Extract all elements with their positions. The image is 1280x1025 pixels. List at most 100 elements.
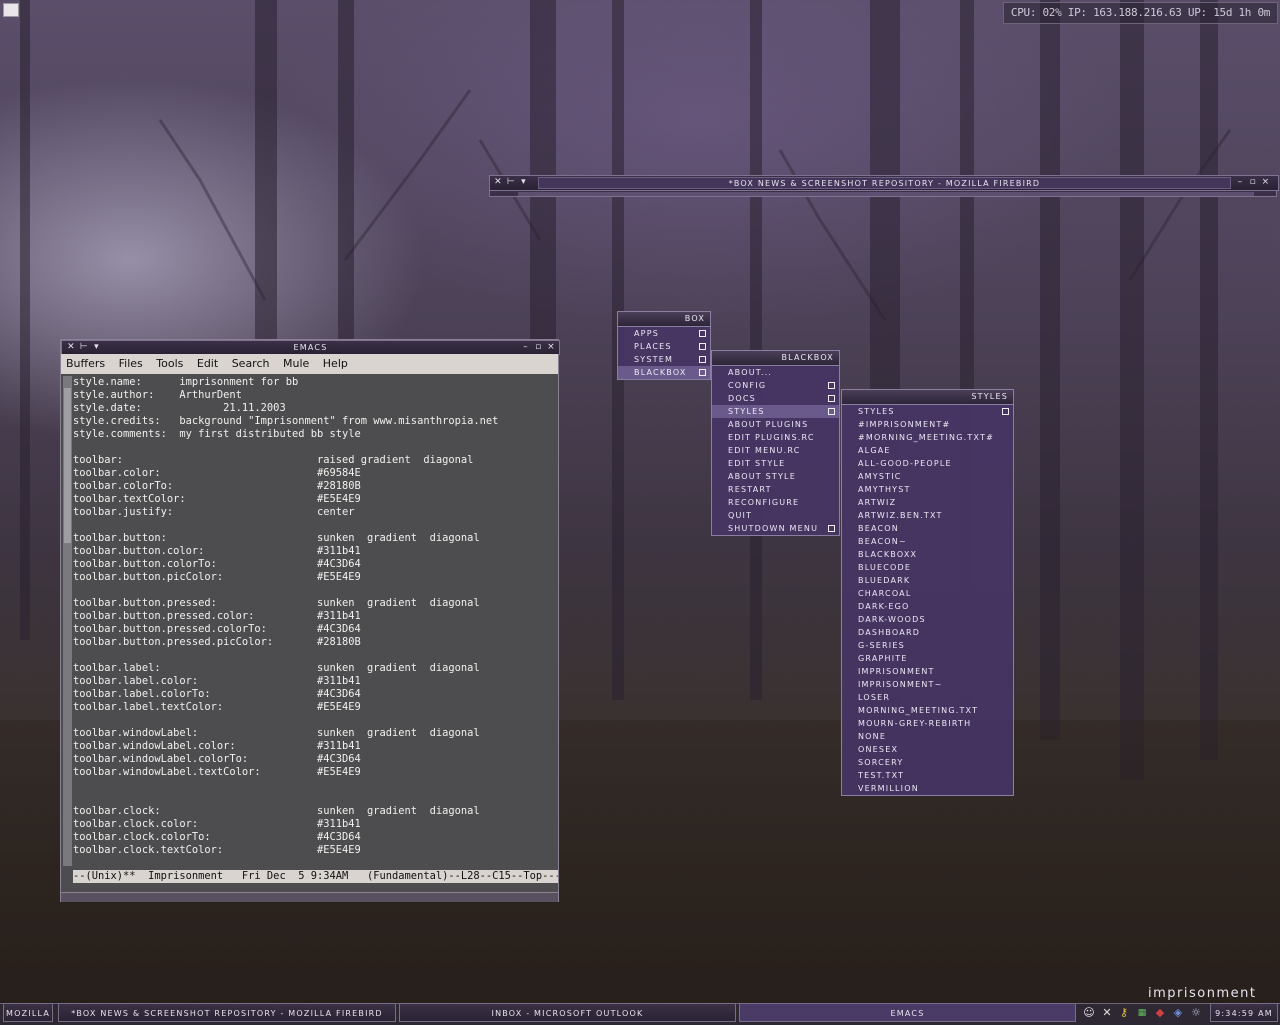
keys-icon[interactable]: ⚷ <box>1117 1006 1131 1020</box>
iconify-icon[interactable]: ✕ <box>494 178 503 187</box>
menu-help[interactable]: Help <box>323 357 348 370</box>
firebird-window[interactable]: ✕ ⊢ ▾ *box news & screenshot repository … <box>489 175 1279 198</box>
blackbox-menu-item[interactable]: about plugins <box>712 418 839 431</box>
menu-edit[interactable]: Edit <box>197 357 218 370</box>
styles-menu-item[interactable]: bluedark <box>842 574 1013 587</box>
emacs-window[interactable]: ✕ ⊢ ▾ emacs – ▫ × Buffers Files Tools Ed… <box>60 339 560 902</box>
emacs-buffer[interactable]: style.name: imprisonment for bb style.aut… <box>73 376 557 868</box>
network-icon[interactable]: ☼ <box>1189 1006 1203 1020</box>
menu-item-label: beacon~ <box>858 537 907 546</box>
firebird-window-buttons[interactable]: – ▫ × <box>1236 177 1276 189</box>
menu-item-label: dark-ego <box>858 602 910 611</box>
blackbox-menu-item[interactable]: quit <box>712 509 839 522</box>
task-firebird[interactable]: *box news & screenshot repository - mozi… <box>58 1003 396 1022</box>
menu-item-label: charcoal <box>858 589 912 598</box>
styles-menu-item[interactable]: dashboard <box>842 626 1013 639</box>
x-icon[interactable]: ✕ <box>1100 1006 1114 1020</box>
menu-buffers[interactable]: Buffers <box>66 357 105 370</box>
menu-item-label: amystic <box>858 472 902 481</box>
corner-widget[interactable] <box>3 3 19 17</box>
styles-menu-item[interactable]: loser <box>842 691 1013 704</box>
styles-menu-item[interactable]: charcoal <box>842 587 1013 600</box>
blackbox-menu-item[interactable]: shutdown menu <box>712 522 839 535</box>
styles-menu-item[interactable]: blackboxx <box>842 548 1013 561</box>
buffer-line: toolbar.button.pressed.color: #311b41 <box>73 610 361 622</box>
menu-item-label: edit style <box>728 459 786 468</box>
blackbox-menu-item[interactable]: styles <box>712 405 839 418</box>
maximize-icon[interactable]: ▫ <box>1249 178 1258 187</box>
box-menu-item-system[interactable]: system <box>618 353 710 366</box>
buffer-line <box>73 779 557 792</box>
styles-menu-item[interactable]: none <box>842 730 1013 743</box>
maximize-icon[interactable]: ▫ <box>534 343 543 352</box>
blackbox-menu-item[interactable]: docs <box>712 392 839 405</box>
menu-search[interactable]: Search <box>232 357 270 370</box>
shade-icon[interactable]: ⊢ <box>507 178 516 187</box>
emacs-scrollbar[interactable] <box>63 376 72 866</box>
task-outlook[interactable]: inbox - microsoft outlook <box>399 1003 736 1022</box>
scrollbar-thumb[interactable] <box>64 388 71 543</box>
buffer-line: toolbar.button.pressed: sunken gradient … <box>73 597 480 609</box>
blackbox-menu-item[interactable]: edit plugins.rc <box>712 431 839 444</box>
close-icon[interactable]: × <box>1262 178 1271 187</box>
styles-menu-item[interactable]: styles <box>842 405 1013 418</box>
blackbox-menu-item[interactable]: edit style <box>712 457 839 470</box>
menu-tools[interactable]: Tools <box>156 357 183 370</box>
shield-icon[interactable]: ◆ <box>1153 1006 1167 1020</box>
menu-arrow-icon[interactable]: ▾ <box>520 178 529 187</box>
styles-menu-item[interactable]: graphite <box>842 652 1013 665</box>
styles-menu-item[interactable]: dark-ego <box>842 600 1013 613</box>
styles-menu-item[interactable]: amystic <box>842 470 1013 483</box>
menu-files[interactable]: Files <box>119 357 143 370</box>
styles-menu-item[interactable]: #imprisonment# <box>842 418 1013 431</box>
styles-menu-item[interactable]: onesex <box>842 743 1013 756</box>
task-mozilla[interactable]: mozilla <box>3 1003 53 1022</box>
styles-menu-item[interactable]: imprisonment~ <box>842 678 1013 691</box>
blackbox-menu-item[interactable]: restart <box>712 483 839 496</box>
close-icon[interactable]: × <box>547 343 556 352</box>
styles-menu-item[interactable]: g-series <box>842 639 1013 652</box>
blackbox-menu-item[interactable]: config <box>712 379 839 392</box>
styles-menu-item[interactable]: vermillion <box>842 782 1013 795</box>
blackbox-menu-item[interactable]: edit menu.rc <box>712 444 839 457</box>
styles-menu-item[interactable]: sorcery <box>842 756 1013 769</box>
styles-menu-item[interactable]: artwiz.ben.txt <box>842 509 1013 522</box>
styles-menu-item[interactable]: #morning_meeting.txt# <box>842 431 1013 444</box>
box-menu-item-places[interactable]: places <box>618 340 710 353</box>
styles-menu-item[interactable]: morning_meeting.txt <box>842 704 1013 717</box>
styles-menu-item[interactable]: all-good-people <box>842 457 1013 470</box>
emacs-titlebar[interactable]: ✕ ⊢ ▾ emacs – ▫ × <box>61 340 560 355</box>
blackbox-menu-item[interactable]: about... <box>712 366 839 379</box>
styles-menu-item[interactable]: dark-woods <box>842 613 1013 626</box>
blackbox-menu-item[interactable]: about style <box>712 470 839 483</box>
minimize-icon[interactable]: – <box>1236 178 1245 187</box>
menu-mule[interactable]: Mule <box>283 357 309 370</box>
styles-menu-item[interactable]: mourn-grey-rebirth <box>842 717 1013 730</box>
menu-item-label: #imprisonment# <box>858 420 951 429</box>
box-menu-item-blackbox[interactable]: blackbox <box>618 366 710 379</box>
blackbox-menu-item[interactable]: reconfigure <box>712 496 839 509</box>
calendar-icon[interactable]: ▦ <box>1135 1006 1149 1020</box>
firebird-handle[interactable] <box>489 190 1277 197</box>
security-icon[interactable]: ◈ <box>1171 1006 1185 1020</box>
styles-menu-item[interactable]: bluecode <box>842 561 1013 574</box>
styles-menu-item[interactable]: beacon~ <box>842 535 1013 548</box>
submenu-icon <box>699 356 706 363</box>
style-brand-text: imprisonment <box>1148 986 1257 1001</box>
task-emacs[interactable]: emacs <box>739 1003 1076 1022</box>
menu-item-label: reconfigure <box>728 498 800 507</box>
menu-item-label: styles <box>728 407 765 416</box>
styles-menu-item[interactable]: artwiz <box>842 496 1013 509</box>
emacs-window-buttons[interactable]: – ▫ × <box>522 342 557 352</box>
emacs-handle[interactable] <box>61 892 558 902</box>
styles-menu-item[interactable]: imprisonment <box>842 665 1013 678</box>
firebird-window-controls[interactable]: ✕ ⊢ ▾ <box>494 177 538 189</box>
styles-menu-item[interactable]: beacon <box>842 522 1013 535</box>
styles-menu-item[interactable]: algae <box>842 444 1013 457</box>
gaim-icon[interactable]: ☺ <box>1082 1006 1096 1020</box>
styles-menu-item[interactable]: amythyst <box>842 483 1013 496</box>
minimize-icon[interactable]: – <box>522 343 531 352</box>
box-menu-item-apps[interactable]: apps <box>618 327 710 340</box>
firebird-titlebar[interactable]: ✕ ⊢ ▾ *box news & screenshot repository … <box>489 175 1279 191</box>
styles-menu-item[interactable]: test.txt <box>842 769 1013 782</box>
